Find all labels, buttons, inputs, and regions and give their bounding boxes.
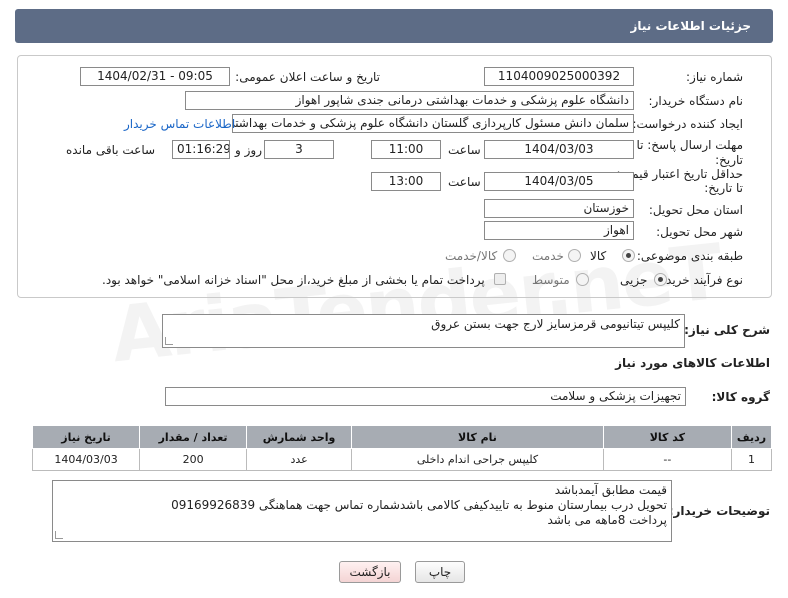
category-option-goods-service: کالا/خدمت	[445, 249, 498, 263]
need-number-field[interactable]: 1104009025000392	[484, 67, 634, 86]
category-option-goods: کالا	[590, 249, 607, 263]
announce-datetime-field[interactable]: 1404/02/31 - 09:05	[80, 67, 230, 86]
price-validity-date-field[interactable]: 1404/03/05	[484, 172, 634, 191]
reply-days-label: روز و	[235, 143, 262, 157]
cell-item-name: کلیپس جراحی اندام داخلی	[351, 448, 604, 471]
goods-group-field[interactable]: تجهیزات پزشکی و سلامت	[165, 387, 686, 406]
purchase-option-medium: متوسط	[532, 273, 570, 287]
requester-field[interactable]: سلمان دانش مسئول کارپردازی گلستان دانشگا…	[232, 114, 634, 133]
cell-row-number: 1	[730, 448, 773, 471]
reply-deadline-time-label: ساعت	[448, 143, 481, 157]
buyer-notes-textarea[interactable]: قیمت مطابق آیمدباشد تحویل درب بیمارستان …	[52, 480, 672, 542]
goods-section-title: اطلاعات کالاهای مورد نیاز	[615, 356, 770, 370]
buyer-notes-label: توضیحات خریدار:	[668, 504, 770, 518]
resize-grip-icon[interactable]	[165, 337, 173, 345]
description-label: شرح کلی نیاز:	[684, 323, 770, 337]
column-header-item-code: کد کالا	[602, 425, 732, 449]
page-header: جزئیات اطلاعات نیاز	[15, 9, 773, 43]
category-label: طبقه بندی موضوعی:	[636, 249, 743, 263]
column-header-quantity: تعداد / مقدار	[139, 425, 248, 449]
price-validity-label-2: تا تاریخ:	[704, 181, 743, 195]
cell-unit: عدد	[246, 448, 353, 471]
buyer-notes-line: قیمت مطابق آیمدباشد	[554, 483, 667, 497]
price-validity-label-1: حداقل تاریخ اعتبار قیمت:	[616, 167, 743, 181]
treasury-note: پرداخت تمام یا بخشی از مبلغ خرید،از محل …	[102, 273, 485, 287]
buyer-notes-line: پرداخت 8ماهه می باشد	[547, 513, 667, 527]
delivery-province-label: استان محل تحویل:	[648, 203, 743, 217]
remaining-time-label: ساعت باقی مانده	[66, 143, 156, 157]
delivery-city-label: شهر محل تحویل:	[656, 225, 743, 239]
category-radio-goods[interactable]	[622, 249, 635, 262]
goods-group-label: گروه کالا:	[711, 390, 770, 404]
purchase-radio-medium[interactable]	[576, 273, 589, 286]
purchase-radio-minor[interactable]	[654, 273, 667, 286]
price-validity-time-field[interactable]: 13:00	[371, 172, 441, 191]
cell-item-code: --	[602, 448, 732, 471]
column-header-row-number: ردیف	[730, 425, 773, 449]
buyer-contact-link[interactable]: اطلاعات تماس خریدار	[124, 117, 235, 131]
page-title: جزئیات اطلاعات نیاز	[630, 19, 751, 33]
category-radio-service[interactable]	[568, 249, 581, 262]
treasury-checkbox[interactable]	[494, 273, 506, 285]
purchase-type-label: نوع فرآیند خرید :	[658, 273, 743, 287]
cell-need-date: 1404/03/03	[31, 448, 141, 471]
table-row[interactable]: 1 -- کلیپس جراحی اندام داخلی عدد 200 140…	[31, 448, 773, 471]
column-header-need-date: تاریخ نیاز	[31, 425, 141, 449]
column-header-unit: واحد شمارش	[246, 425, 353, 449]
description-text: کلیپس تیتانیومی قرمزسایز لارج جهت بستن ع…	[431, 317, 680, 331]
reply-days-field[interactable]: 3	[264, 140, 334, 159]
buyer-org-label: نام دستگاه خریدار:	[648, 94, 744, 108]
price-validity-time-label: ساعت	[448, 175, 481, 189]
column-header-item-name: نام کالا	[351, 425, 604, 449]
category-radio-goods-service[interactable]	[503, 249, 516, 262]
description-textarea[interactable]: کلیپس تیتانیومی قرمزسایز لارج جهت بستن ع…	[162, 314, 685, 348]
goods-table: ردیف کد کالا نام کالا واحد شمارش تعداد /…	[31, 425, 773, 471]
resize-grip-icon[interactable]	[55, 531, 63, 539]
buyer-notes-line: تحویل درب بیمارستان منوط به تاییدکیفی کا…	[171, 498, 667, 512]
purchase-option-minor: جزیی	[620, 273, 648, 287]
print-button[interactable]: چاپ	[415, 561, 465, 583]
reply-deadline-date-field[interactable]: 1404/03/03	[484, 140, 634, 159]
reply-deadline-time-field[interactable]: 11:00	[371, 140, 441, 159]
announce-datetime-label: تاریخ و ساعت اعلان عمومی:	[235, 70, 380, 84]
reply-deadline-label-2: تاریخ:	[715, 153, 743, 167]
delivery-province-field[interactable]: خوزستان	[484, 199, 634, 218]
back-button[interactable]: بازگشت	[339, 561, 401, 583]
need-number-label: شماره نیاز:	[686, 70, 743, 84]
requester-label: ایجاد کننده درخواست:	[632, 117, 743, 131]
category-option-service: خدمت	[532, 249, 564, 263]
cell-quantity: 200	[139, 448, 248, 471]
table-header-row: ردیف کد کالا نام کالا واحد شمارش تعداد /…	[31, 425, 773, 449]
buyer-org-field[interactable]: دانشگاه علوم پزشکی و خدمات بهداشتی درمان…	[185, 91, 634, 110]
reply-deadline-label-1: مهلت ارسال پاسخ: تا	[636, 138, 743, 152]
remaining-time-field[interactable]: 01:16:29	[172, 140, 230, 159]
delivery-city-field[interactable]: اهواز	[484, 221, 634, 240]
